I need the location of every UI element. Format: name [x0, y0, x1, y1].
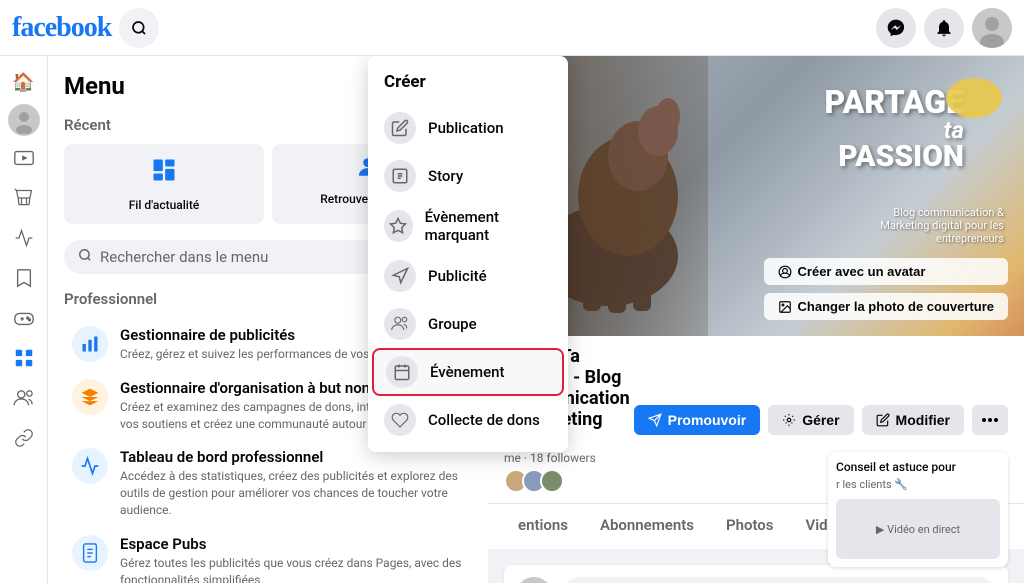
- create-avatar-button[interactable]: Créer avec un avatar: [764, 258, 1008, 285]
- publication-icon: [384, 112, 416, 144]
- sidebar-item-menu[interactable]: [6, 340, 42, 376]
- create-item-publication[interactable]: Publication: [368, 104, 568, 152]
- cover-overlay: Créer avec un avatar Changer la photo de…: [764, 258, 1008, 320]
- notifications-button[interactable]: [924, 8, 964, 48]
- sidebar-item-link[interactable]: [6, 420, 42, 456]
- sidebar-item-gaming[interactable]: [6, 300, 42, 336]
- sidebar-item-profile[interactable]: [8, 104, 40, 136]
- create-item-groupe[interactable]: Groupe: [368, 300, 568, 348]
- profile-avatar[interactable]: [972, 8, 1012, 48]
- post-input[interactable]: Que voulez-vous dire ?: [562, 577, 996, 583]
- create-item-evenement[interactable]: Évènement: [372, 348, 564, 396]
- facebook-logo: facebook: [12, 12, 111, 44]
- event-marquant-icon: [384, 210, 413, 242]
- sidebar-item-groups[interactable]: [6, 380, 42, 416]
- nonprofit-icon: [72, 379, 108, 415]
- menu-search-icon: [78, 248, 92, 266]
- create-item-publicite[interactable]: Publicité: [368, 252, 568, 300]
- nav-mentions[interactable]: entions: [504, 504, 582, 549]
- post-avatar: [516, 577, 552, 583]
- nav-left: facebook: [12, 8, 159, 48]
- left-sidebar: 🏠: [0, 56, 48, 583]
- main-content: Menu Récent Fil d'actualité: [48, 56, 1024, 583]
- espace-pubs-icon: [72, 535, 108, 571]
- collecte-icon: [384, 404, 416, 436]
- publicite-icon: [384, 260, 416, 292]
- page-actions: Promouvoir Gérer Modifier: [634, 405, 1008, 435]
- pro-dashboard-desc: Accédez à des statistiques, créez des pu…: [120, 468, 464, 518]
- recent-item-feed[interactable]: Fil d'actualité: [64, 144, 264, 224]
- menu-item-espace-pubs[interactable]: Espace Pubs Gérez toutes les publicités …: [64, 527, 472, 583]
- cover-text3: PASSION: [825, 142, 964, 172]
- create-dropdown-title: Créer: [368, 64, 568, 104]
- follower-avatars: [504, 469, 634, 493]
- promouvoir-button[interactable]: Promouvoir: [634, 405, 761, 435]
- pro-dashboard-icon: [72, 448, 108, 484]
- menu-search-placeholder: Rechercher dans le menu: [100, 248, 268, 266]
- evenement-label: Évènement: [430, 363, 505, 381]
- sidebar-item-bookmark[interactable]: [6, 260, 42, 296]
- page-background: PARTAGE ta PASSION Blog communication & …: [488, 56, 1024, 583]
- publication-label: Publication: [428, 119, 504, 137]
- espace-pubs-title: Espace Pubs: [120, 535, 464, 553]
- create-item-event-marquant[interactable]: Évènement marquant: [368, 200, 568, 252]
- modifier-button[interactable]: Modifier: [862, 405, 964, 435]
- post-box: Que voulez-vous dire ?: [504, 565, 1008, 583]
- cover-sub: Blog communication & Marketing digital p…: [844, 206, 1004, 245]
- ads-manager-icon: [72, 326, 108, 362]
- create-item-collecte[interactable]: Collecte de dons: [368, 396, 568, 444]
- story-label: Story: [428, 167, 463, 185]
- sidebar-item-home[interactable]: 🏠: [6, 64, 42, 100]
- page-followers: me · 18 followers: [504, 451, 634, 465]
- conseil-card: Conseil et astuce pour r les clients 🔧 ▶…: [828, 452, 1008, 567]
- gerer-button[interactable]: Gérer: [768, 405, 853, 435]
- sidebar-item-watch[interactable]: [6, 140, 42, 176]
- collecte-label: Collecte de dons: [428, 411, 540, 429]
- event-marquant-label: Évènement marquant: [425, 208, 552, 244]
- menu-item-pro-dashboard[interactable]: Tableau de bord professionnel Accédez à …: [64, 440, 472, 526]
- nav-right: [876, 8, 1012, 48]
- more-options-button[interactable]: [972, 405, 1008, 435]
- top-navigation: facebook: [0, 0, 1024, 56]
- cover-photo: PARTAGE ta PASSION Blog communication & …: [488, 56, 1024, 336]
- espace-pubs-desc: Gérez toutes les publicités que vous cré…: [120, 555, 464, 583]
- sidebar-item-marketplace[interactable]: [6, 180, 42, 216]
- nav-photos[interactable]: Photos: [712, 504, 788, 549]
- evenement-icon: [386, 356, 418, 388]
- story-icon: [384, 160, 416, 192]
- create-dropdown: Créer Publication Story: [368, 56, 568, 452]
- nav-abonnements[interactable]: Abonnements: [586, 504, 708, 549]
- change-cover-button[interactable]: Changer la photo de couverture: [764, 293, 1008, 320]
- create-item-story[interactable]: Story: [368, 152, 568, 200]
- recent-feed-label: Fil d'actualité: [129, 198, 200, 212]
- publicite-label: Publicité: [428, 267, 487, 285]
- messenger-button[interactable]: [876, 8, 916, 48]
- groupe-label: Groupe: [428, 315, 477, 333]
- feed-icon: [150, 156, 178, 190]
- sidebar-item-stats[interactable]: [6, 220, 42, 256]
- groupe-icon: [384, 308, 416, 340]
- video-thumbnail[interactable]: ▶ Vidéo en direct: [836, 499, 1000, 559]
- search-button[interactable]: [119, 8, 159, 48]
